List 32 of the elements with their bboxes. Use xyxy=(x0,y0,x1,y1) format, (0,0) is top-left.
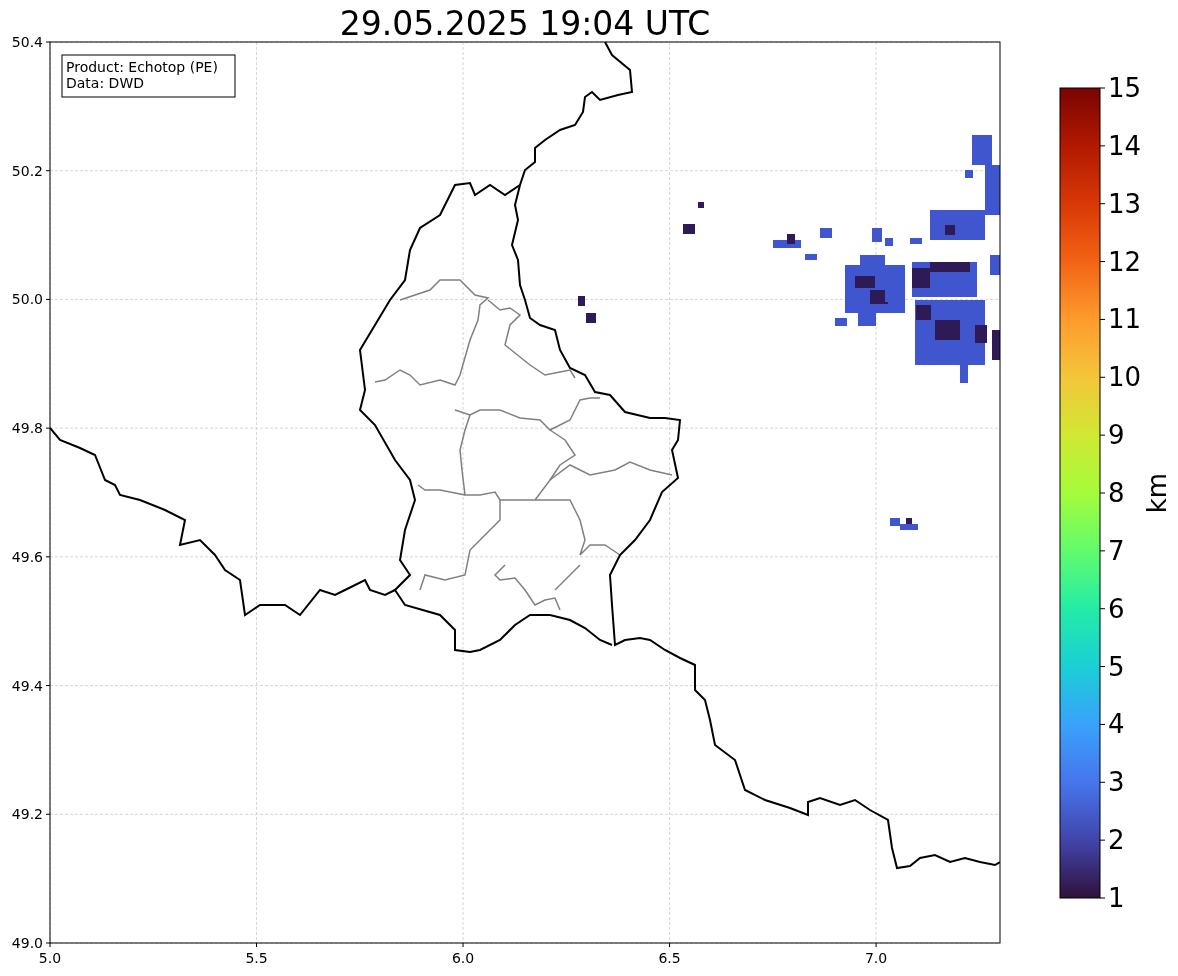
colorbar-tick-label: 6 xyxy=(1108,593,1125,624)
colorbar-tick-label: 7 xyxy=(1108,535,1125,566)
axis-tick-label: 6.0 xyxy=(451,950,475,966)
colorbar-tick-label: 14 xyxy=(1108,130,1142,161)
colorbar-tick-label: 2 xyxy=(1108,825,1125,856)
axis-tick-label: 49.2 xyxy=(11,806,43,823)
colorbar-tick-label: 3 xyxy=(1108,767,1125,798)
colorbar-tick-label: 8 xyxy=(1108,478,1125,508)
axis-tick-label: 5.0 xyxy=(38,950,62,966)
colorbar-tick-label: 12 xyxy=(1108,246,1142,277)
colorbar-tick-label: 4 xyxy=(1108,709,1125,740)
axis-tick-label: 5.5 xyxy=(245,950,268,966)
colorbar-tick-label: 10 xyxy=(1108,362,1142,393)
axis-tick-label: 50.4 xyxy=(11,34,43,50)
chart-title: 29.05.2025 19:04 UTC xyxy=(339,4,711,43)
axis-tick-label: 49.8 xyxy=(11,420,43,437)
axis-tick-label: 6.5 xyxy=(658,950,681,966)
colorbar-tick-label: 11 xyxy=(1108,304,1142,335)
axis-tick-label: 7.0 xyxy=(864,950,888,966)
axis-tick-label: 50.0 xyxy=(11,291,43,308)
legend-text: Data: DWD xyxy=(66,75,144,91)
colorbar-tick-label: 13 xyxy=(1108,188,1142,219)
axis-tick-label: 50.2 xyxy=(11,162,43,179)
colorbar-tick-label: 9 xyxy=(1108,420,1125,451)
axis-tick-label: 49.4 xyxy=(11,677,43,694)
colorbar-tick-label: 15 xyxy=(1108,73,1142,103)
axis-tick-label: 49.6 xyxy=(11,548,43,565)
colorbar-tick-label: 1 xyxy=(1108,883,1125,913)
colorbar-tick-label: 5 xyxy=(1108,651,1125,682)
colorbar-label: km xyxy=(1142,472,1172,514)
axis-tick-label: 49.0 xyxy=(11,935,43,951)
legend-text: Product: Echotop (PE) xyxy=(66,59,218,75)
